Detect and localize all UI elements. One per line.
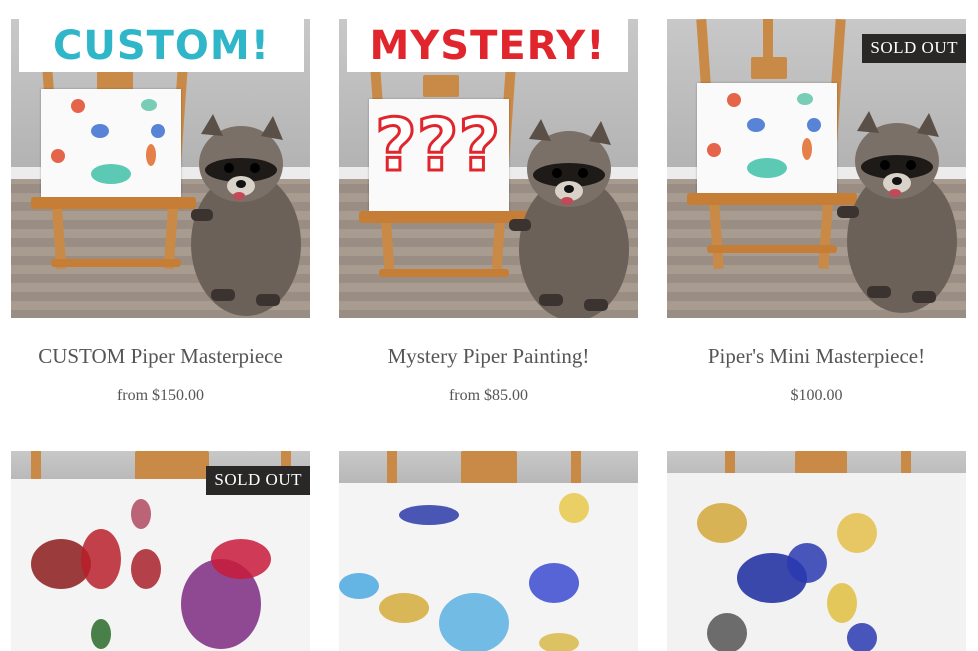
product-card[interactable]: SOLD OUT Piper's Mini Masterpiece! $100.…: [667, 19, 966, 405]
raccoon-image: [191, 114, 301, 316]
price-prefix: from: [448, 387, 481, 404]
product-card[interactable]: [339, 451, 638, 651]
product-title[interactable]: Mystery Piper Painting!: [339, 342, 638, 370]
product-title[interactable]: CUSTOM Piper Masterpiece: [11, 342, 310, 370]
product-image[interactable]: CUSTOM!: [11, 19, 310, 318]
sold-out-badge: SOLD OUT: [862, 34, 966, 63]
price-value: $100.00: [790, 387, 843, 404]
product-title[interactable]: Piper's Mini Masterpiece!: [667, 342, 966, 370]
product-image[interactable]: SOLD OUT: [11, 451, 310, 651]
question-mark-icon: ???: [373, 102, 501, 189]
custom-banner: CUSTOM!: [19, 19, 304, 72]
product-card[interactable]: CUSTOM! CUSTOM Piper Masterpiece from $15…: [11, 19, 310, 405]
product-image[interactable]: [667, 451, 966, 651]
product-price: $100.00: [667, 387, 966, 405]
product-card[interactable]: SOLD OUT: [11, 451, 310, 651]
product-card[interactable]: ??? MYSTERY! Mystery Piper Painting! fro…: [339, 19, 638, 405]
price-value: $150.00: [152, 387, 205, 404]
sold-out-badge: SOLD OUT: [206, 466, 310, 495]
product-image[interactable]: SOLD OUT: [667, 19, 966, 318]
raccoon-image: [837, 111, 957, 313]
mystery-banner: MYSTERY!: [347, 19, 628, 72]
product-card[interactable]: [667, 451, 966, 651]
product-price: from $85.00: [339, 387, 638, 405]
product-image[interactable]: ??? MYSTERY!: [339, 19, 638, 318]
product-price: from $150.00: [11, 387, 310, 405]
product-image[interactable]: [339, 451, 638, 651]
price-prefix: from: [116, 387, 149, 404]
price-value: $85.00: [484, 387, 529, 404]
raccoon-image: [509, 119, 629, 318]
